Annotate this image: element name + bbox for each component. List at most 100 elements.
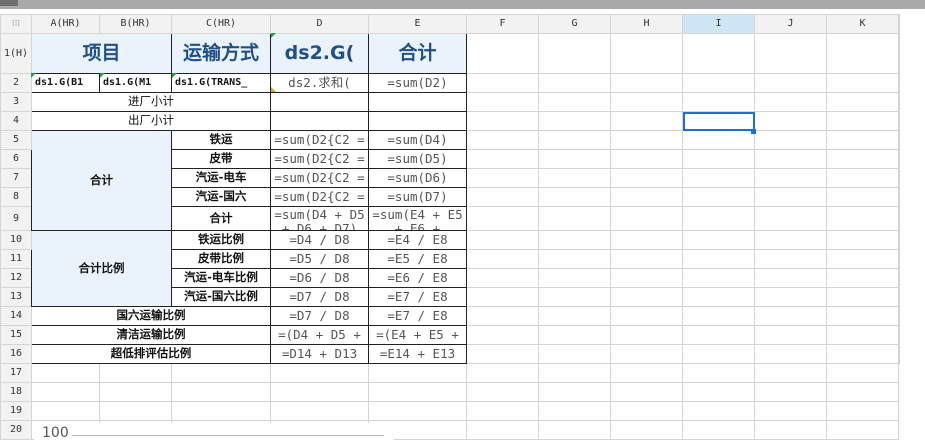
cell[interactable] [682, 33, 755, 74]
cell[interactable] [682, 344, 755, 364]
cell[interactable] [898, 325, 900, 345]
row-header-2[interactable]: 2 [0, 73, 32, 93]
mode-total[interactable]: 合计 [171, 206, 271, 231]
cell[interactable] [538, 325, 611, 345]
cell[interactable] [466, 249, 539, 269]
cell[interactable] [898, 130, 900, 150]
cell[interactable] [368, 363, 467, 383]
cell[interactable] [898, 287, 900, 307]
cell-e6[interactable]: =sum(D5) [368, 149, 467, 169]
cell[interactable] [31, 363, 100, 383]
cell[interactable] [898, 33, 900, 74]
clean-ratio-label[interactable]: 清洁运输比例 [31, 325, 271, 345]
cell[interactable] [826, 149, 899, 169]
col-header-i[interactable]: I [682, 14, 755, 34]
cell-e12[interactable]: =E6 / E8 [368, 268, 467, 288]
cell[interactable] [610, 230, 683, 250]
cell[interactable] [466, 111, 539, 131]
mode-guoliu-truck[interactable]: 汽运-国六 [171, 187, 271, 207]
header-total-cell[interactable]: 合计 [368, 33, 467, 74]
cell[interactable] [826, 187, 899, 207]
cell[interactable] [898, 230, 900, 250]
cell[interactable] [270, 363, 369, 383]
cell[interactable] [826, 230, 899, 250]
cell[interactable] [538, 168, 611, 188]
cell[interactable] [171, 401, 271, 421]
cell-e3[interactable] [368, 92, 467, 112]
row-header-8[interactable]: 8 [0, 187, 32, 207]
cell[interactable] [754, 92, 827, 112]
cell-e16[interactable]: =E14 + E13 [368, 344, 467, 364]
cell[interactable] [538, 111, 611, 131]
cell[interactable] [754, 187, 827, 207]
cell-e5[interactable]: =sum(D4) [368, 130, 467, 150]
select-all-corner[interactable]: ⁝⁝⁝ [0, 14, 32, 34]
cell[interactable] [754, 249, 827, 269]
row-header-17[interactable]: 17 [0, 363, 32, 383]
cell[interactable] [610, 168, 683, 188]
cell[interactable] [538, 287, 611, 307]
cell[interactable] [610, 187, 683, 207]
cell[interactable] [368, 382, 467, 402]
cell[interactable] [898, 344, 900, 364]
cell[interactable] [466, 382, 539, 402]
cell[interactable] [754, 230, 827, 250]
cell[interactable] [610, 33, 683, 74]
cell[interactable] [99, 363, 172, 383]
cell[interactable] [270, 382, 369, 402]
cell[interactable] [466, 73, 539, 93]
col-header-g[interactable]: G [538, 14, 611, 34]
cell-d15[interactable]: =(D4 + D5 + [270, 325, 369, 345]
cell[interactable] [171, 363, 271, 383]
cell[interactable] [826, 111, 899, 131]
cell-d4[interactable] [270, 111, 369, 131]
cell[interactable] [466, 306, 539, 326]
cell[interactable] [538, 268, 611, 288]
cell[interactable] [826, 268, 899, 288]
cell[interactable] [898, 249, 900, 269]
cell[interactable] [466, 287, 539, 307]
cell[interactable] [754, 306, 827, 326]
cell[interactable] [898, 168, 900, 188]
cell[interactable] [682, 92, 755, 112]
cell[interactable] [682, 249, 755, 269]
col-header-a[interactable]: A(HR) [31, 14, 100, 34]
cell-d14[interactable]: =D7 / D8 [270, 306, 369, 326]
cell[interactable] [538, 306, 611, 326]
cell-d5[interactable]: =sum(D2{C2 = [270, 130, 369, 150]
cell[interactable] [754, 33, 827, 74]
row-header-16[interactable]: 16 [0, 344, 32, 364]
cell[interactable] [466, 363, 539, 383]
cell[interactable] [466, 230, 539, 250]
row-header-5[interactable]: 5 [0, 130, 32, 150]
col-header-l[interactable] [898, 14, 900, 34]
cell[interactable] [898, 187, 900, 207]
selected-cell-i4[interactable] [682, 111, 755, 131]
outbound-subtotal-cell[interactable]: 出厂小计 [31, 111, 271, 131]
cell[interactable] [466, 92, 539, 112]
cell-c2[interactable]: ds1.G(TRANS_ [171, 73, 271, 93]
inbound-subtotal-cell[interactable]: 进厂小计 [31, 92, 271, 112]
ratio-electric-truck[interactable]: 汽运-电车比例 [171, 268, 271, 288]
cell[interactable] [466, 268, 539, 288]
cell[interactable] [171, 382, 271, 402]
mode-rail[interactable]: 铁运 [171, 130, 271, 150]
cell[interactable] [826, 382, 899, 402]
cell[interactable] [754, 401, 827, 421]
row-header-1[interactable]: 1(H) [0, 33, 32, 74]
cell[interactable] [898, 111, 900, 131]
cell[interactable] [682, 268, 755, 288]
cell[interactable] [754, 111, 827, 131]
row-header-4[interactable]: 4 [0, 111, 32, 131]
cell-d7[interactable]: =sum(D2{C2 = [270, 168, 369, 188]
cell[interactable] [754, 420, 827, 440]
cell[interactable] [754, 382, 827, 402]
total-group-label[interactable]: 合计 [31, 130, 172, 231]
cell[interactable] [610, 206, 683, 231]
col-header-e[interactable]: E [368, 14, 467, 34]
header-item-cell[interactable]: 项目 [31, 33, 172, 74]
cell[interactable] [754, 206, 827, 231]
cell[interactable] [682, 206, 755, 231]
guoliu-ratio-label[interactable]: 国六运输比例 [31, 306, 271, 326]
cell-d13[interactable]: =D7 / D8 [270, 287, 369, 307]
